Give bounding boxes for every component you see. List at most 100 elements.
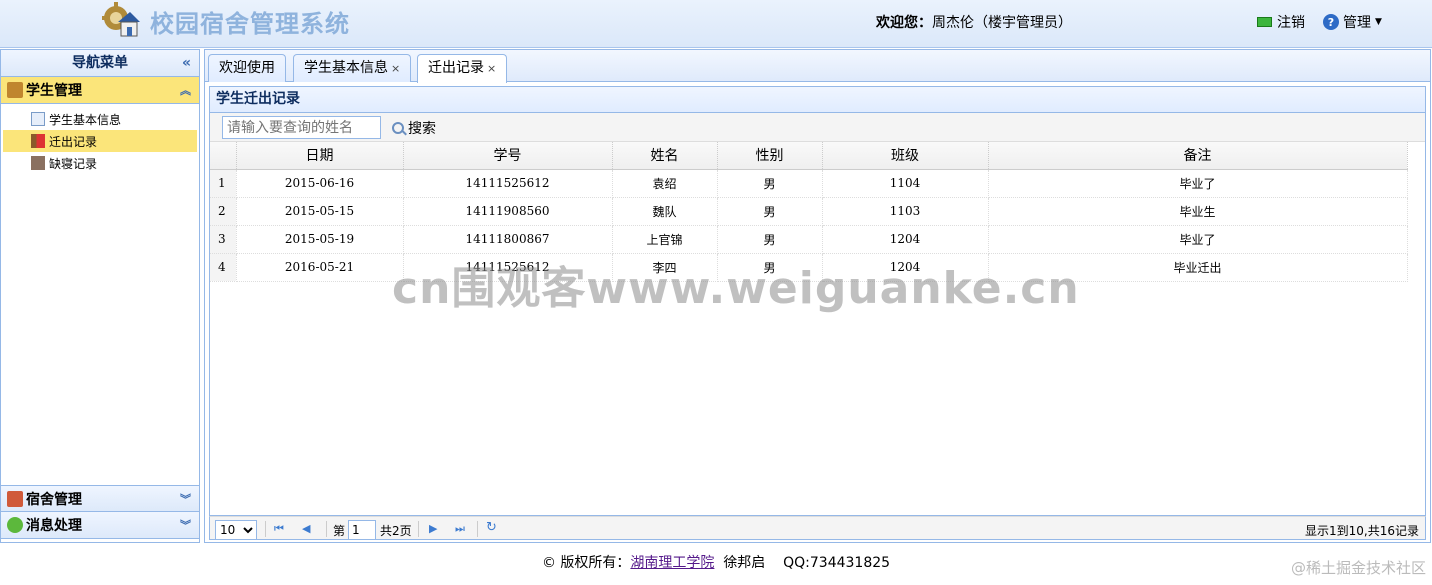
- gear-house-logo-icon: [102, 2, 140, 37]
- column-header[interactable]: 学号: [403, 142, 613, 170]
- close-icon[interactable]: ×: [391, 62, 400, 75]
- sidebar: 导航菜单 « 学生管理 ︽ 学生基本信息 迁出记录 缺寝记录 宿舍管理 ︾ 消息…: [0, 49, 200, 543]
- manage-label: 管理: [1343, 15, 1371, 31]
- welcome-label: 欢迎您：: [876, 15, 932, 31]
- tab-label: 学生基本信息: [304, 60, 388, 76]
- table-header-row: 日期 学号 姓名 性别 班级 备注: [210, 142, 1408, 170]
- accordion-student[interactable]: 学生管理 ︽: [1, 77, 199, 104]
- cell-date: 2016-05-21: [236, 253, 404, 282]
- cell-class: 1204: [822, 225, 989, 254]
- tab-student-info[interactable]: 学生基本信息 ×: [293, 54, 412, 82]
- page-prefix: 第: [333, 524, 346, 538]
- panel-title: 学生迁出记录: [210, 87, 1425, 113]
- cell-name: 上官锦: [612, 225, 718, 254]
- divider: [265, 521, 266, 537]
- school-link[interactable]: 湖南理工学院: [630, 555, 714, 571]
- prev-page-icon[interactable]: ◀: [302, 522, 310, 535]
- dorm-icon: [7, 490, 23, 507]
- row-number: 2: [210, 197, 237, 226]
- table-row[interactable]: 4 2016-05-21 14111525612 李四 男 1204 毕业迁出: [210, 253, 1408, 282]
- cell-sex: 男: [717, 225, 823, 254]
- refresh-icon[interactable]: ↻: [486, 520, 497, 535]
- copyright-text: © 版权所有：: [541, 555, 631, 571]
- divider: [477, 521, 478, 537]
- welcome-user: 周杰伦（楼宇管理员）: [932, 15, 1072, 31]
- divider: [418, 521, 419, 537]
- table-row[interactable]: 2 2015-05-15 14111908560 魏队 男 1103 毕业生: [210, 197, 1408, 226]
- manage-menu-button[interactable]: ? 管理 ▼: [1323, 12, 1382, 32]
- nav-header: 导航菜单 «: [1, 50, 199, 77]
- page-total: 共2页: [380, 524, 412, 538]
- chevron-down-icon[interactable]: ︾: [180, 491, 191, 507]
- next-page-icon[interactable]: ▶: [429, 522, 437, 535]
- moveout-icon: [31, 134, 45, 148]
- student-icon: [7, 82, 23, 98]
- app-title: 校园宿舍管理系统: [150, 9, 350, 38]
- accordion-message[interactable]: 消息处理 ︾: [1, 512, 199, 539]
- author-name: 徐邦启: [723, 555, 766, 571]
- juejin-watermark: @稀土掘金技术社区: [1290, 559, 1426, 577]
- cell-sex: 男: [717, 197, 823, 226]
- moveout-panel: 学生迁出记录 搜索 日期 学号 姓名 性别 班级 备注 1: [209, 86, 1426, 516]
- sidebar-item-moveout[interactable]: 迁出记录: [3, 130, 197, 152]
- pagination-bar: 10 ⏮ ◀ 第 共2页 ▶ ⏭ ↻ 显示1到10,共16记录: [209, 516, 1426, 540]
- cell-student-id: 14111800867: [403, 225, 613, 254]
- cell-student-id: 14111525612: [403, 169, 613, 198]
- accordion-dorm[interactable]: 宿舍管理 ︾: [1, 485, 199, 512]
- table-row[interactable]: 1 2015-06-16 14111525612 袁绍 男 1104 毕业了: [210, 169, 1408, 198]
- search-input[interactable]: [222, 116, 381, 139]
- column-header[interactable]: 日期: [236, 142, 404, 170]
- search-button[interactable]: 搜索: [392, 118, 436, 138]
- table-row[interactable]: 3 2015-05-19 14111800867 上官锦 男 1204 毕业了: [210, 225, 1408, 254]
- column-header[interactable]: 备注: [988, 142, 1408, 170]
- qq-contact: QQ:734431825: [783, 555, 891, 571]
- search-toolbar: 搜索: [210, 113, 1425, 142]
- close-icon[interactable]: ×: [487, 62, 496, 75]
- cell-name: 袁绍: [612, 169, 718, 198]
- accordion-student-label: 学生管理: [26, 83, 82, 99]
- search-label: 搜索: [408, 121, 436, 137]
- cell-student-id: 14111525612: [403, 253, 613, 282]
- column-header[interactable]: 姓名: [612, 142, 718, 170]
- logout-icon: [1257, 17, 1272, 27]
- collapse-left-icon[interactable]: «: [182, 50, 191, 76]
- footer: © 版权所有：湖南理工学院 徐邦启 QQ:734431825: [0, 545, 1432, 585]
- page-number-input[interactable]: [348, 520, 376, 540]
- logout-button[interactable]: 注销: [1257, 12, 1305, 32]
- chevron-down-icon: ▼: [1375, 17, 1382, 27]
- sidebar-item-label: 缺寝记录: [49, 156, 98, 171]
- divider: [326, 521, 327, 537]
- sidebar-item-absence[interactable]: 缺寝记录: [1, 152, 199, 174]
- row-number-header: [210, 142, 237, 170]
- tab-moveout[interactable]: 迁出记录 ×: [417, 54, 508, 83]
- chevron-down-icon[interactable]: ︾: [180, 517, 191, 533]
- cell-note: 毕业迁出: [988, 253, 1408, 282]
- cell-date: 2015-05-19: [236, 225, 404, 254]
- app-header: 校园宿舍管理系统 欢迎您：周杰伦（楼宇管理员） 注销 ? 管理 ▼: [0, 0, 1432, 48]
- tab-label: 迁出记录: [428, 60, 484, 76]
- column-header[interactable]: 班级: [822, 142, 989, 170]
- main-area: 欢迎使用 学生基本信息× 迁出记录× 学生迁出记录 搜索 日期 学号 姓名 性别…: [204, 49, 1431, 543]
- logout-label: 注销: [1277, 15, 1305, 31]
- chevron-up-icon[interactable]: ︽: [180, 82, 191, 98]
- sidebar-item-student-info[interactable]: 学生基本信息: [1, 108, 199, 130]
- message-icon: [7, 517, 23, 533]
- column-header[interactable]: 性别: [717, 142, 823, 170]
- accordion-message-label: 消息处理: [26, 518, 82, 534]
- cell-sex: 男: [717, 253, 823, 282]
- student-menu: 学生基本信息 迁出记录 缺寝记录: [1, 104, 199, 485]
- cell-name: 魏队: [612, 197, 718, 226]
- moveout-table: 日期 学号 姓名 性别 班级 备注 1 2015-06-16 141115256…: [210, 142, 1408, 282]
- tab-welcome[interactable]: 欢迎使用: [208, 54, 286, 82]
- first-page-icon[interactable]: ⏮: [274, 522, 284, 536]
- cell-class: 1204: [822, 253, 989, 282]
- tab-bar: 欢迎使用 学生基本信息 × 迁出记录 ×: [205, 50, 1430, 83]
- sidebar-item-label: 迁出记录: [49, 134, 98, 149]
- cell-date: 2015-05-15: [236, 197, 404, 226]
- search-icon: [392, 122, 404, 134]
- help-icon: ?: [1323, 14, 1339, 30]
- row-number: 1: [210, 169, 237, 198]
- last-page-icon[interactable]: ⏭: [455, 522, 465, 536]
- cell-class: 1103: [822, 197, 989, 226]
- page-size-select[interactable]: 10: [215, 520, 257, 540]
